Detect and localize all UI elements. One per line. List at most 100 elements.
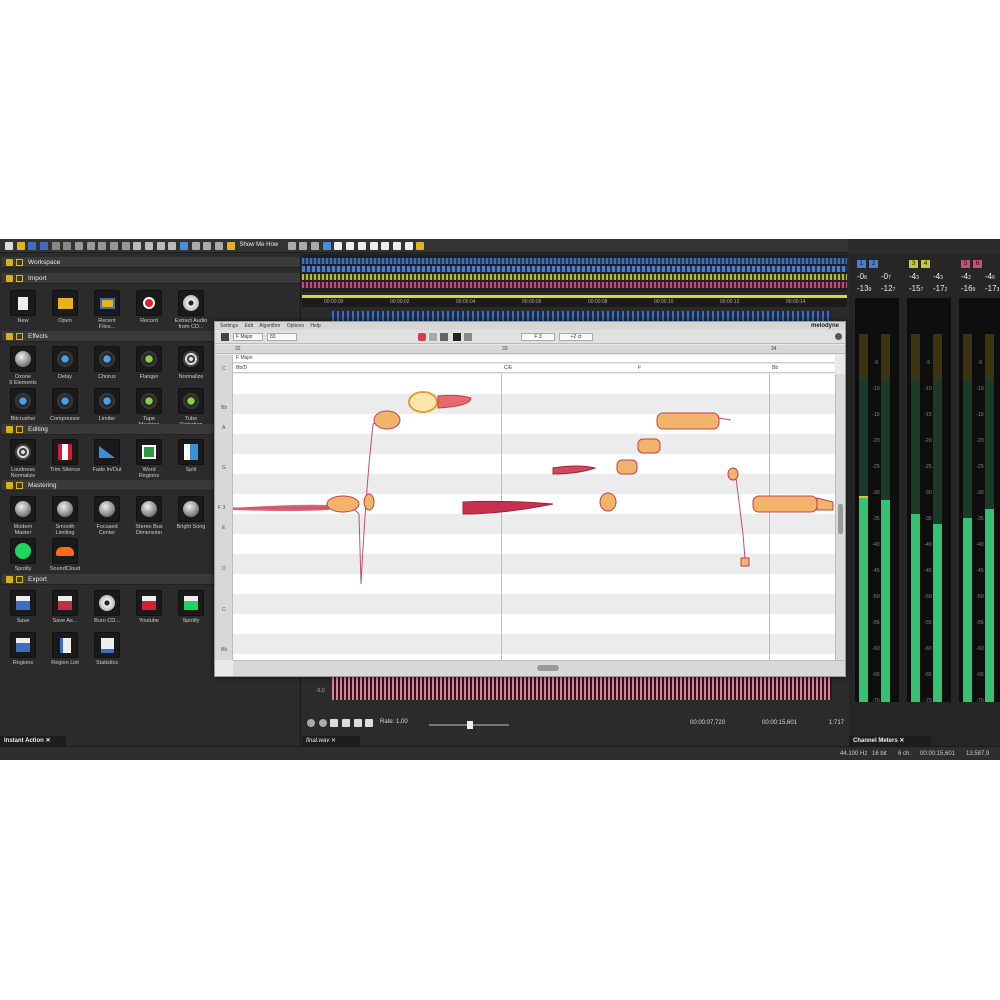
status-size[interactable]: 13.587,9 MB [966,747,1000,760]
go-start-icon[interactable] [369,242,378,250]
record-tile[interactable]: Record [129,290,169,324]
event-tool-icon[interactable] [215,242,224,250]
loudness-normalize-tile[interactable]: Loudness Normalize [3,439,43,479]
burn-cd-tile[interactable]: Burn CD... [87,590,127,624]
delay-tile[interactable]: Delay [45,346,85,380]
show-me-how-button[interactable]: Show Me How [239,242,278,248]
spotify-master-tile[interactable]: Spotify [3,538,43,572]
vscroll-thumb[interactable] [838,504,843,534]
section-workspace[interactable]: Workspace [2,257,300,268]
ozone-tile[interactable]: Ozone 9 Elements [3,346,43,386]
undo-history-icon[interactable] [156,242,165,250]
arrow-tool-icon[interactable] [453,333,461,341]
go-end-icon[interactable] [404,242,413,250]
copy-icon[interactable] [86,242,95,250]
menu-edit[interactable]: Edit [244,323,253,329]
new-tile[interactable]: New [3,290,43,324]
cut-icon[interactable] [75,242,84,250]
save-icon[interactable] [28,242,37,250]
open-tile[interactable]: Open [45,290,85,324]
channel-4-badge[interactable]: 4 [921,260,930,268]
recent-files-tile[interactable]: Recent Files... [87,290,127,330]
close-icon[interactable]: ✕ [45,738,50,744]
metronome-icon[interactable] [299,242,308,250]
key-field[interactable]: F Major [233,333,263,341]
pause-icon[interactable] [346,242,355,250]
spotify-export-tile[interactable]: Spotify [171,590,211,624]
focused-center-tile[interactable]: Focused Center [87,496,127,536]
stop-icon[interactable] [357,242,366,250]
tempo-field[interactable]: 83 [267,333,297,341]
play-transport-icon[interactable] [365,719,374,727]
bright-song-tile[interactable]: Bright Song [171,496,211,530]
crop-icon[interactable] [121,242,130,250]
loop-icon[interactable] [287,242,296,250]
channel-2-badge[interactable]: 2 [869,260,878,268]
normalize-tile[interactable]: Normalize [171,346,211,380]
magnify-tool-icon[interactable] [191,242,200,250]
help-icon[interactable] [226,242,235,250]
close-icon[interactable]: ✕ [899,738,904,744]
section-import[interactable]: Import [2,273,300,284]
snap-icon[interactable] [416,242,425,250]
menu-options[interactable]: Options [287,323,304,329]
smooth-limiting-tile[interactable]: Smooth Limiting [45,496,85,536]
statistics-tile[interactable]: Statistics [87,632,127,666]
vertical-scrollbar[interactable] [835,374,845,660]
zoom-ratio[interactable]: 1:717 [829,720,844,726]
word-regions-tile[interactable]: Word Regions [129,439,169,479]
redo-icon[interactable] [145,242,154,250]
status-sample-rate[interactable]: 44.100 Hz [840,747,867,760]
save-tile[interactable]: Save [3,590,43,624]
new-file-icon[interactable] [5,242,13,250]
trim-silence-tile[interactable]: Trim Silence [45,439,85,473]
pitch-ruler[interactable]: C Bb A G F 3 E D C Bb [215,355,233,660]
waveform-lower[interactable] [332,674,832,700]
selection-length[interactable]: 00:00:15,601 [762,720,797,726]
save-all-icon[interactable] [40,242,49,250]
note-field[interactable]: F 3 [521,333,555,341]
modern-master-tile[interactable]: Modern Master [3,496,43,536]
stereo-bus-tile[interactable]: Stereo Bus Dimension [129,496,169,536]
channel-5-badge[interactable]: 5 [961,260,970,268]
close-tab-icon[interactable]: ✕ [331,738,336,744]
loop-toggle-icon[interactable] [307,719,315,727]
prev-icon[interactable] [330,719,339,727]
note-editor[interactable] [233,374,835,660]
timing-tool-icon[interactable] [440,333,448,341]
pitch-tool-icon[interactable] [418,333,426,341]
menu-settings[interactable]: Settings [220,323,238,329]
cents-field[interactable]: +2 ct [559,333,593,341]
mix-icon[interactable] [110,242,119,250]
menu-algorithm[interactable]: Algorithm [259,323,280,329]
record-transport-icon[interactable] [318,719,327,727]
channel-1-badge[interactable]: 1 [857,260,866,268]
editor-scrollbar[interactable] [233,660,845,676]
redo-history-icon[interactable] [168,242,177,250]
rate-slider[interactable] [429,721,510,730]
instant-action-tab[interactable]: Instant Action ✕ [0,736,66,746]
next-icon[interactable] [342,719,351,727]
timeline-ruler[interactable]: 00:00:00 00:00:02 00:00:04 00:00:06 00:0… [302,295,847,307]
settings-gear-icon[interactable] [835,333,842,340]
chorus-tile[interactable]: Chorus [87,346,127,380]
paste-icon[interactable] [98,242,107,250]
regions-tile[interactable]: Regions [3,632,43,666]
tape-machine-tile[interactable]: Tape Machine [129,388,169,428]
stop-transport-icon[interactable] [353,719,362,727]
youtube-tile[interactable]: Youtube [129,590,169,624]
fade-in-out-tile[interactable]: Fade In/Out [87,439,127,473]
channel-3-badge[interactable]: 3 [909,260,918,268]
extract-audio-tile[interactable]: Extract Audio from CD... [171,290,211,330]
edit-tool-icon[interactable] [180,242,189,250]
formant-tool-icon[interactable] [429,333,437,341]
channel-6-badge[interactable]: 6 [973,260,982,268]
play-all-icon[interactable] [322,242,331,250]
file-tab[interactable]: final.wav ✕ [302,736,360,746]
render-icon[interactable] [63,242,72,250]
split-tile[interactable]: Split [171,439,211,473]
rewind-icon[interactable] [381,242,390,250]
scroll-thumb[interactable] [537,665,559,671]
channel-meters-tab[interactable]: Channel Meters ✕ [849,736,931,746]
limiter-tile[interactable]: Limiter [87,388,127,422]
